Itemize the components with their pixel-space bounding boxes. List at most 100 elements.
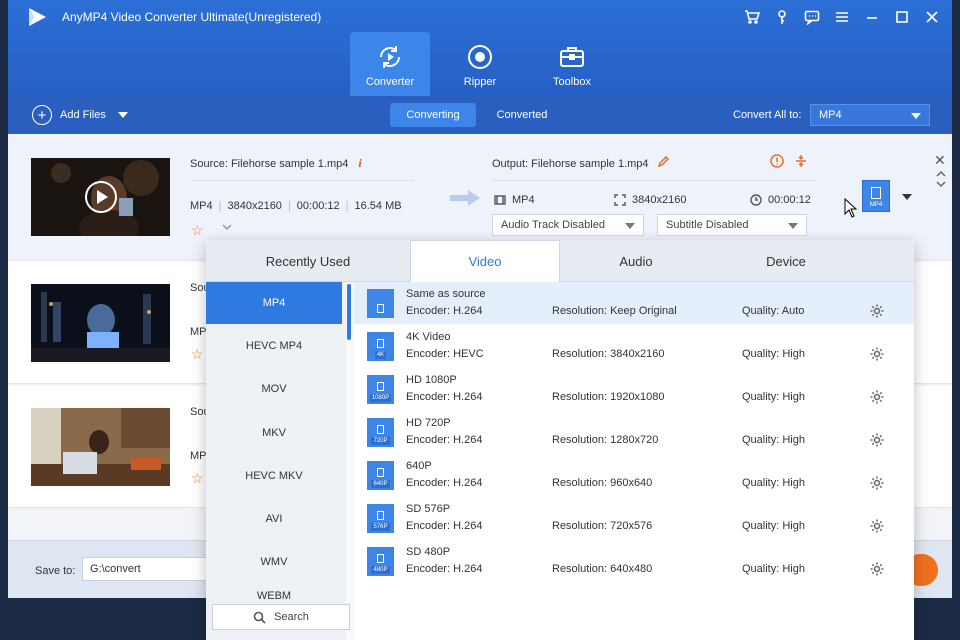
preset-encoder: Encoder: H.264 (406, 305, 483, 317)
maximize-icon[interactable] (890, 6, 914, 28)
gear-icon[interactable] (869, 432, 885, 448)
output-actions (770, 154, 808, 171)
search-icon (253, 611, 266, 624)
menu-icon[interactable] (830, 6, 854, 28)
tab-ripper[interactable]: Ripper (440, 32, 520, 96)
tab-converter-label: Converter (365, 76, 415, 88)
gear-icon[interactable] (869, 346, 885, 362)
preset-resolution: Resolution: Keep Original (552, 305, 677, 317)
preset-encoder: Encoder: H.264 (406, 520, 483, 532)
tab-audio[interactable]: Audio (560, 240, 712, 282)
video-thumbnail[interactable] (31, 284, 170, 362)
convert-all-select[interactable]: MP4 (810, 104, 930, 126)
info-icon[interactable]: i (358, 156, 361, 170)
preset-format-icon: 720P (367, 418, 394, 447)
category-hevc-mp4[interactable]: HEVC MP4 (206, 325, 342, 367)
source-meta: MP4 | 3840x2160 | 00:00:12 | 16.54 MB (190, 200, 402, 212)
output-format-item[interactable]: MP4 (494, 194, 535, 206)
subtitle-select[interactable]: Subtitle Disabled (657, 214, 807, 236)
chevron-down-icon (625, 223, 635, 229)
preset-quality: Quality: High (742, 477, 805, 489)
preset-resolution: Resolution: 1920x1080 (552, 391, 665, 403)
star-icon[interactable]: ☆ (191, 222, 204, 239)
tab-converting[interactable]: Converting (390, 103, 476, 127)
play-icon[interactable] (85, 181, 117, 213)
pencil-icon[interactable] (657, 155, 669, 171)
preset-name: SD 576P (406, 503, 451, 515)
format-search-input[interactable]: Search (212, 604, 350, 630)
star-icon[interactable]: ☆ (191, 346, 204, 363)
list-item[interactable]: 576P SD 576P Encoder: H.264 Resolution: … (354, 497, 914, 539)
list-item[interactable]: 1080P HD 1080P Encoder: H.264 Resolution… (354, 368, 914, 410)
save-path-value: G:\convert (90, 563, 141, 575)
save-path-input[interactable]: G:\convert (82, 557, 222, 581)
category-scrollbar[interactable] (347, 284, 351, 340)
merge-icon[interactable] (794, 154, 808, 171)
preset-resolution: Resolution: 1280x720 (552, 434, 659, 446)
category-webm[interactable]: WEBM (206, 580, 342, 602)
source-duration: 00:00:12 (296, 200, 340, 212)
audio-track-select[interactable]: Audio Track Disabled (492, 214, 644, 236)
gear-icon[interactable] (869, 561, 885, 577)
preset-resolution: Resolution: 3840x2160 (552, 348, 665, 360)
preset-encoder: Encoder: H.264 (406, 391, 483, 403)
star-icon[interactable]: ☆ (191, 470, 204, 487)
action-bar: + Add Files Converting Converted Convert… (8, 96, 952, 134)
window-controls (740, 6, 944, 28)
chevron-down-icon[interactable] (936, 180, 946, 188)
chevron-down-icon[interactable] (222, 222, 232, 232)
tab-device[interactable]: Device (712, 240, 860, 282)
video-thumbnail[interactable] (31, 408, 170, 486)
arrow-right-icon (450, 190, 480, 206)
convert-all-value: MP4 (819, 109, 842, 121)
feedback-icon[interactable] (800, 6, 824, 28)
list-item[interactable]: 720P HD 720P Encoder: H.264 Resolution: … (354, 411, 914, 453)
output-resolution: 3840x2160 (632, 194, 687, 206)
preset-format-icon: 480P (367, 547, 394, 576)
list-item[interactable]: Same as source Encoder: H.264 Resolution… (354, 282, 914, 324)
video-thumbnail[interactable] (31, 158, 170, 236)
minimize-icon[interactable] (860, 6, 884, 28)
add-files-button[interactable]: + Add Files (32, 105, 128, 125)
close-icon[interactable] (920, 6, 944, 28)
category-mkv[interactable]: MKV (206, 412, 342, 454)
output-resolution-item[interactable]: 3840x2160 (614, 194, 686, 206)
preset-list: Same as source Encoder: H.264 Resolution… (354, 282, 914, 640)
category-hevc-mkv[interactable]: HEVC MKV (206, 455, 342, 497)
tab-toolbox[interactable]: Toolbox (532, 32, 612, 96)
list-item[interactable]: 4K 4K Video Encoder: HEVC Resolution: 38… (354, 325, 914, 367)
gear-icon[interactable] (869, 518, 885, 534)
preset-name: HD 720P (406, 417, 451, 429)
chevron-up-icon[interactable] (936, 170, 946, 178)
tab-converter[interactable]: Converter (350, 32, 430, 96)
row-reorder[interactable] (936, 170, 946, 190)
cart-icon[interactable] (740, 6, 764, 28)
source-format: MP4 (190, 200, 213, 212)
tab-video[interactable]: Video (410, 240, 560, 283)
category-mp4[interactable]: MP4 (206, 282, 342, 324)
category-avi[interactable]: AVI (206, 498, 342, 540)
chevron-down-icon[interactable] (902, 194, 912, 200)
preset-format-icon (367, 289, 394, 318)
convert-all-label: Convert All to: (733, 109, 802, 121)
category-mov[interactable]: MOV (206, 368, 342, 410)
key-icon[interactable] (770, 6, 794, 28)
preset-resolution: Resolution: 720x576 (552, 520, 653, 532)
chevron-down-icon[interactable] (117, 112, 128, 118)
output-duration: 00:00:12 (768, 194, 811, 206)
gear-icon[interactable] (869, 389, 885, 405)
gear-icon[interactable] (869, 475, 885, 491)
category-wmv[interactable]: WMV (206, 541, 342, 583)
list-item[interactable]: 480P SD 480P Encoder: H.264 Resolution: … (354, 540, 914, 582)
output-duration-item[interactable]: 00:00:12 (750, 194, 811, 206)
preset-name: 640P (406, 460, 432, 472)
output-format-tile[interactable]: MP4 (862, 180, 890, 212)
preset-encoder: Encoder: HEVC (406, 348, 484, 360)
warning-icon[interactable] (770, 154, 784, 171)
tab-recently-used[interactable]: Recently Used (206, 240, 410, 282)
gear-icon[interactable] (869, 303, 885, 319)
remove-icon[interactable]: ✕ (934, 152, 946, 169)
list-item[interactable]: 640P 640P Encoder: H.264 Resolution: 960… (354, 454, 914, 496)
film-icon (494, 195, 506, 205)
tab-converted[interactable]: Converted (476, 103, 568, 127)
